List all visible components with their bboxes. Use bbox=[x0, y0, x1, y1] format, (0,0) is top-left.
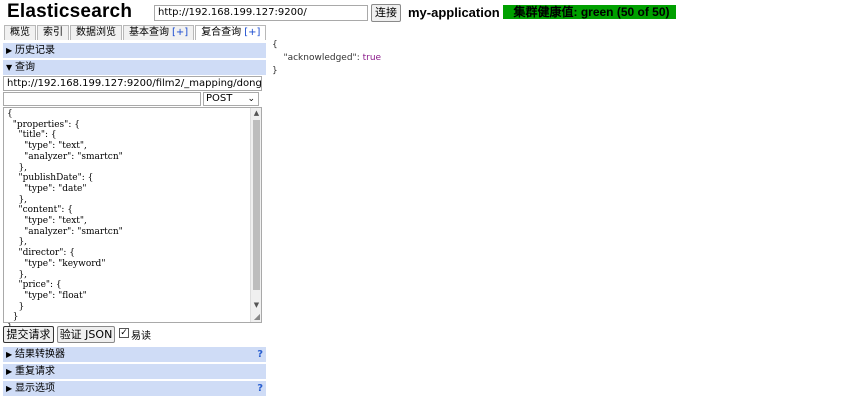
tab-indices[interactable]: 索引 bbox=[37, 25, 69, 40]
method-value: POST bbox=[206, 93, 233, 104]
help-icon[interactable]: ? bbox=[257, 347, 263, 362]
request-body-line: }, bbox=[7, 237, 28, 248]
request-body-line: }, bbox=[7, 194, 28, 205]
tab-label: 概览 bbox=[10, 27, 30, 38]
request-body-line: "type": "float" bbox=[7, 290, 87, 301]
collapse-triangle-icon: ▼ bbox=[6, 63, 13, 72]
resize-grip-icon[interactable]: ◢ bbox=[254, 312, 260, 321]
expand-triangle-icon: ▶ bbox=[6, 350, 13, 359]
scroll-up-icon[interactable]: ▲ bbox=[251, 108, 262, 118]
help-icon[interactable]: ? bbox=[257, 381, 263, 396]
section-label: 历史记录 bbox=[15, 45, 55, 56]
result-transformer-section[interactable]: ▶ 结果转换器 ? bbox=[3, 347, 266, 362]
request-body-line: }, bbox=[7, 162, 28, 173]
expand-triangle-icon: ▶ bbox=[6, 384, 13, 393]
request-body-line: "director": { bbox=[7, 248, 75, 259]
json-close-brace: } bbox=[272, 66, 278, 76]
request-body-line: "content": { bbox=[7, 205, 73, 216]
request-body-line: { bbox=[7, 109, 13, 119]
tab-label: 索引 bbox=[43, 27, 63, 38]
request-body-line: "analyzer": "smartcn" bbox=[7, 151, 123, 162]
tab-label: 基本查询 bbox=[129, 27, 169, 38]
json-key: "acknowledged" bbox=[283, 53, 357, 63]
request-body-line: }, bbox=[7, 269, 28, 280]
request-body-text: { "properties": { "title": { "type": "te… bbox=[4, 108, 261, 335]
query-section[interactable]: ▼ 查询 bbox=[3, 60, 266, 75]
pretty-label: 易读 bbox=[131, 331, 151, 342]
tab-compound-query[interactable]: 复合查询 [+] bbox=[195, 25, 267, 40]
expand-triangle-icon: ▶ bbox=[6, 367, 13, 376]
app-logo: Elasticsearch bbox=[7, 1, 133, 22]
cluster-health-badge: 集群健康值: green (50 of 50) bbox=[503, 5, 676, 19]
http-method-select[interactable]: POST ⌄ bbox=[203, 92, 259, 106]
cluster-url-input[interactable]: http://192.168.199.127:9200/ bbox=[154, 5, 368, 21]
request-extra-input[interactable] bbox=[3, 92, 201, 106]
request-body-line: "type": "date" bbox=[7, 183, 87, 194]
response-json: { "acknowledged": true } bbox=[272, 40, 382, 76]
cluster-name: my-application bbox=[408, 5, 500, 20]
request-body-line: "title": { bbox=[7, 130, 57, 141]
request-body-line: "type": "keyword" bbox=[7, 258, 106, 269]
request-body-line: "type": "text", bbox=[7, 141, 87, 152]
request-body-line: "analyzer": "smartcn" bbox=[7, 226, 123, 237]
validate-json-button[interactable]: 验证 JSON bbox=[57, 326, 115, 343]
request-body-editor[interactable]: { "properties": { "title": { "type": "te… bbox=[3, 107, 262, 333]
json-value: true bbox=[362, 53, 382, 63]
tab-add-link[interactable]: [+] bbox=[244, 27, 260, 38]
request-path-input[interactable]: http://192.168.199.127:9200/film2/_mappi… bbox=[3, 76, 262, 91]
repeat-request-section[interactable]: ▶ 重复请求 bbox=[3, 364, 266, 379]
response-output: { "acknowledged": true } bbox=[272, 39, 381, 78]
tab-browser[interactable]: 数据浏览 bbox=[70, 25, 122, 40]
section-label: 重复请求 bbox=[15, 366, 55, 377]
submit-request-button[interactable]: 提交请求 bbox=[3, 326, 54, 343]
query-panel: ▶ 历史记录 ▼ 查询 http://192.168.199.127:9200/fi… bbox=[0, 40, 268, 401]
section-label: 结果转换器 bbox=[15, 349, 65, 360]
tab-label: 数据浏览 bbox=[76, 27, 116, 38]
expand-triangle-icon: ▶ bbox=[6, 46, 13, 55]
scroll-thumb[interactable] bbox=[253, 120, 260, 290]
request-body-line: "type": "text", bbox=[7, 216, 87, 227]
history-section[interactable]: ▶ 历史记录 bbox=[3, 43, 266, 58]
request-body-line: "price": { bbox=[7, 280, 62, 291]
section-label: 显示选项 bbox=[15, 383, 55, 394]
editor-scrollbar[interactable]: ▲ ▼ bbox=[250, 108, 261, 322]
chevron-down-icon: ⌄ bbox=[247, 94, 255, 104]
tab-label: 复合查询 bbox=[201, 27, 242, 38]
request-body-line: } bbox=[7, 301, 25, 312]
request-body-line: "properties": { bbox=[7, 119, 80, 130]
request-body-line: } bbox=[7, 312, 19, 323]
pretty-checkbox[interactable]: ✓ bbox=[119, 328, 129, 338]
main-tabs: 概览 索引 数据浏览 基本查询 [+] 复合查询 [+] bbox=[4, 25, 267, 40]
tab-add-link[interactable]: [+] bbox=[172, 27, 188, 38]
tab-overview[interactable]: 概览 bbox=[4, 25, 36, 40]
scroll-down-icon[interactable]: ▼ bbox=[251, 300, 262, 310]
json-open-brace: { bbox=[272, 40, 278, 50]
section-label: 查询 bbox=[15, 62, 35, 73]
display-options-section[interactable]: ▶ 显示选项 ? bbox=[3, 381, 266, 396]
connect-button[interactable]: 连接 bbox=[371, 4, 401, 22]
tab-basic-query[interactable]: 基本查询 [+] bbox=[123, 25, 195, 40]
request-body-line: "publishDate": { bbox=[7, 173, 94, 184]
